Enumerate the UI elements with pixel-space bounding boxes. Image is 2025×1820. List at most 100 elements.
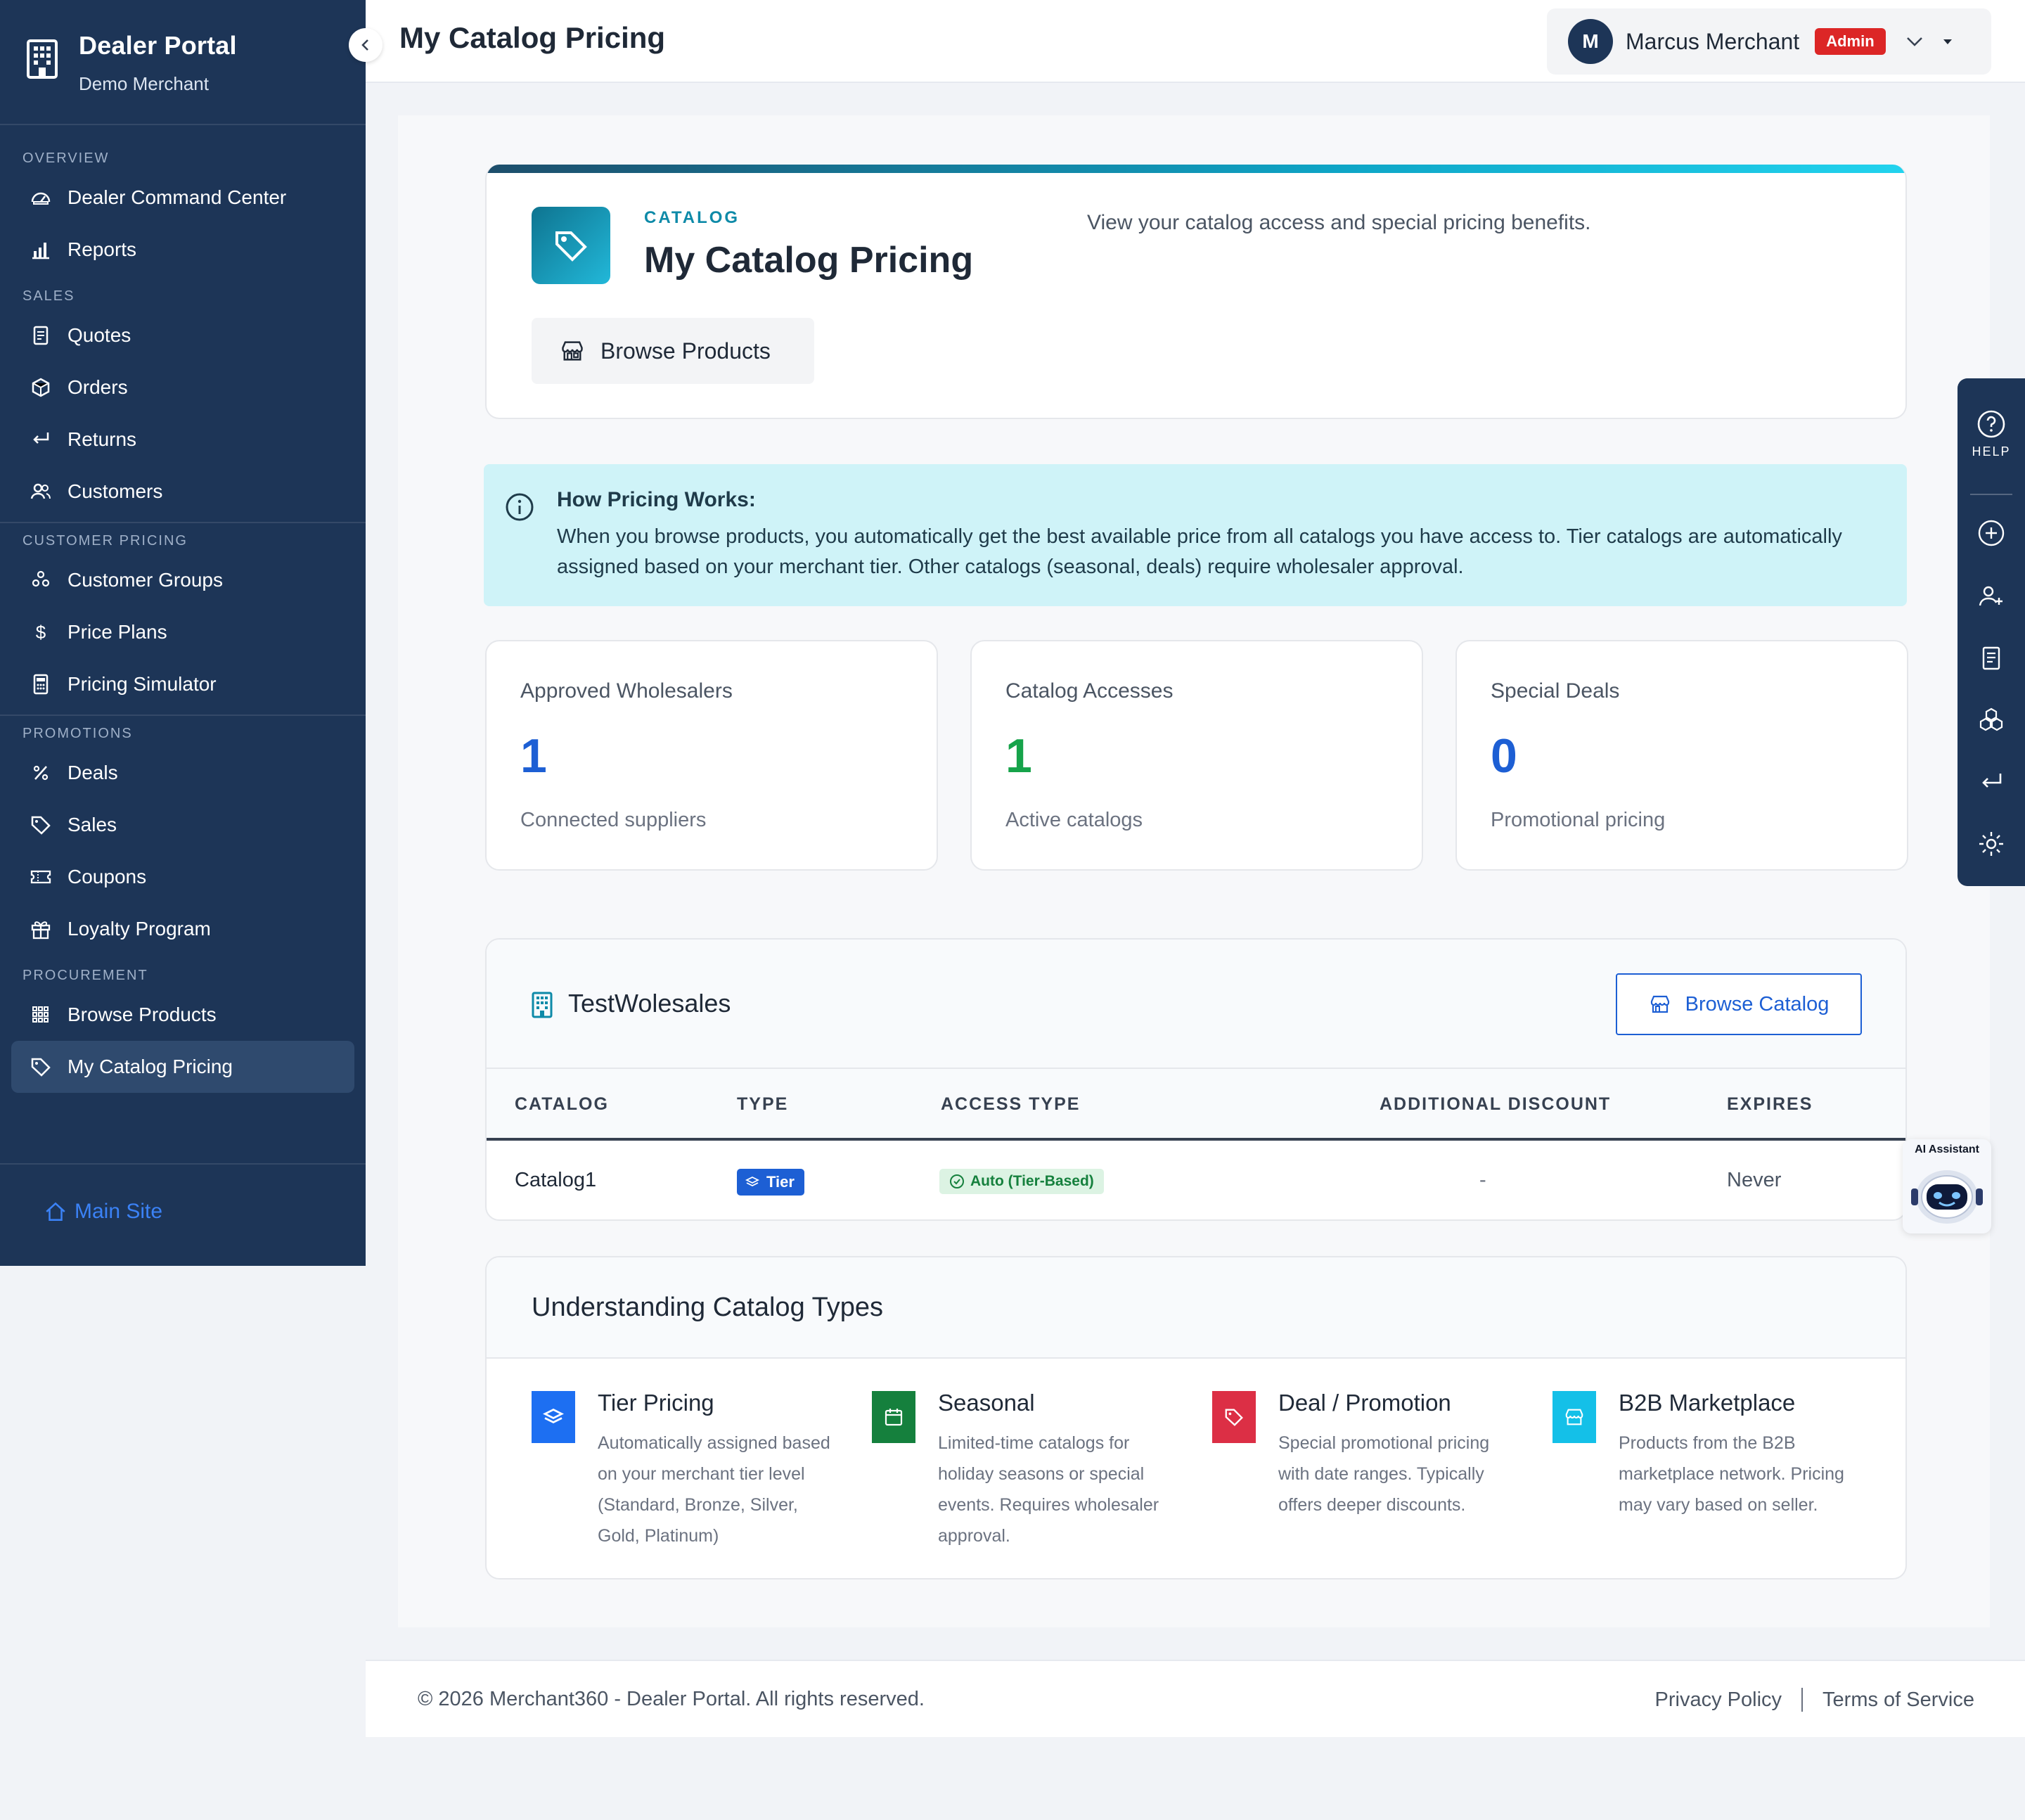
sidebar-item-loyalty-program[interactable]: Loyalty Program: [0, 903, 366, 955]
section-promotions: PROMOTIONS: [22, 726, 133, 741]
ticket-icon: [30, 866, 52, 888]
sidebar-item-pricing-simulator[interactable]: Pricing Simulator: [0, 658, 366, 710]
supplier-header: TestWolesales Browse Catalog: [487, 940, 1905, 1069]
browse-products-button[interactable]: Browse Products: [532, 318, 814, 384]
dock-add-button[interactable]: [1958, 519, 2025, 547]
chevron-down-icon: [1906, 37, 1922, 46]
role-badge: Admin: [1815, 28, 1886, 55]
sidebar-item-reports[interactable]: Reports: [0, 224, 366, 276]
hero-eyebrow: CATALOG: [644, 208, 740, 227]
layers-icon: [745, 1176, 759, 1187]
sidebar-item-browse-products[interactable]: Browse Products: [0, 989, 366, 1041]
type-badge-label: Tier: [766, 1173, 795, 1191]
dock-add-user-button[interactable]: [1958, 582, 2025, 610]
sidebar-brand: Dealer Portal Demo Merchant: [0, 0, 366, 125]
sidebar-item-orders[interactable]: Orders: [0, 361, 366, 414]
sidebar-item-customer-groups[interactable]: Customer Groups: [0, 554, 366, 606]
dock-divider: [1970, 494, 2012, 495]
sidebar-collapse-button[interactable]: [349, 28, 382, 62]
browse-catalog-label: Browse Catalog: [1685, 992, 1830, 1015]
sidebar-item-label: Customer Groups: [68, 569, 223, 591]
tag-icon: [30, 814, 52, 836]
column-header[interactable]: TYPE: [737, 1094, 788, 1115]
gauge-icon: [30, 186, 52, 209]
sidebar-item-label: Reports: [68, 238, 137, 260]
terms-of-service-link[interactable]: Terms of Service: [1822, 1688, 1974, 1712]
sidebar-item-sales[interactable]: Sales: [0, 799, 366, 851]
stat-value: 1: [520, 729, 547, 783]
percent-icon: [30, 762, 52, 784]
svg-text:$: $: [36, 622, 46, 643]
type-title: B2B Marketplace: [1619, 1390, 1796, 1416]
dock-settings-button[interactable]: [1958, 830, 2025, 858]
dollar-icon: $: [30, 621, 52, 643]
user-name: Marcus Merchant: [1626, 28, 1800, 54]
sidebar-item-customers[interactable]: Customers: [0, 466, 366, 518]
return-arrow-icon: [30, 428, 52, 451]
user-menu[interactable]: M Marcus Merchant Admin: [1547, 8, 1991, 75]
stat-subtext: Promotional pricing: [1491, 809, 1666, 831]
column-header[interactable]: EXPIRES: [1727, 1094, 1813, 1115]
ai-assistant-button[interactable]: AI Assistant: [1903, 1139, 1991, 1233]
stat-value: 0: [1491, 729, 1517, 783]
store-icon: [1650, 995, 1669, 1013]
sidebar-item-label: My Catalog Pricing: [68, 1056, 233, 1077]
caret-down-icon[interactable]: [1941, 34, 1955, 49]
bar-chart-icon: [30, 238, 52, 261]
stat-value: 1: [1005, 729, 1032, 783]
stat-subtext: Connected suppliers: [520, 809, 707, 831]
building-icon: [27, 39, 58, 79]
top-header: My Catalog Pricing M Marcus Merchant Adm…: [366, 0, 2025, 83]
column-header[interactable]: CATALOG: [515, 1094, 609, 1115]
browse-catalog-button[interactable]: Browse Catalog: [1616, 973, 1862, 1035]
access-type-badge: Auto (Tier-Based): [939, 1169, 1104, 1194]
sidebar-item-quotes[interactable]: Quotes: [0, 309, 366, 361]
section-overview: OVERVIEW: [22, 150, 110, 166]
additional-discount: -: [1479, 1169, 1486, 1191]
access-type-label: Auto (Tier-Based): [970, 1173, 1094, 1189]
type-title: Tier Pricing: [598, 1390, 714, 1416]
sidebar-item-price-plans[interactable]: $ Price Plans: [0, 606, 366, 658]
dock-boxes-button[interactable]: [1958, 706, 2025, 734]
sidebar-item-dealer-command-center[interactable]: Dealer Command Center: [0, 172, 366, 224]
return-arrow-icon: [1982, 774, 2002, 788]
sidebar-item-coupons[interactable]: Coupons: [0, 851, 366, 903]
column-header[interactable]: ADDITIONAL DISCOUNT: [1380, 1094, 1611, 1115]
supplier-card: TestWolesales Browse Catalog CATALOG TYP…: [485, 938, 1907, 1221]
dock-document-button[interactable]: [1958, 644, 2025, 672]
chevron-left-icon: [361, 39, 368, 51]
type-description: Products from the B2B marketplace networ…: [1619, 1433, 1844, 1515]
home-icon: [46, 1202, 65, 1221]
main-site-link[interactable]: Main Site: [44, 1200, 162, 1224]
calendar-icon: [872, 1391, 915, 1443]
store-icon: [1552, 1391, 1596, 1443]
section-procurement: PROCUREMENT: [22, 968, 148, 983]
type-description: Special promotional pricing with date ra…: [1278, 1433, 1490, 1515]
brand-title: Dealer Portal: [79, 31, 237, 60]
sidebar-item-my-catalog-pricing[interactable]: My Catalog Pricing: [11, 1041, 354, 1093]
catalog-hero-card: CATALOG My Catalog Pricing View your cat…: [485, 165, 1907, 419]
browse-products-label: Browse Products: [600, 338, 771, 364]
document-icon: [1982, 646, 2000, 670]
privacy-policy-link[interactable]: Privacy Policy: [1655, 1688, 1782, 1712]
table-row[interactable]: Catalog1 Tier Auto (Tier-Based) - Never: [487, 1141, 1905, 1219]
type-description: Limited-time catalogs for holiday season…: [938, 1433, 1159, 1546]
sidebar-item-label: Returns: [68, 428, 137, 450]
brand-subtitle: Demo Merchant: [79, 73, 209, 94]
dock-help-button[interactable]: HELP: [1958, 409, 2025, 459]
sidebar-item-label: Dealer Command Center: [68, 186, 287, 208]
robot-icon: [1911, 1170, 1983, 1224]
type-title: Seasonal: [938, 1390, 1035, 1416]
hero-accent-bar: [487, 165, 1905, 173]
section-sales: SALES: [22, 288, 75, 304]
column-header[interactable]: ACCESS TYPE: [941, 1094, 1080, 1115]
dock-return-button[interactable]: [1958, 768, 2025, 796]
calculator-icon: [30, 673, 52, 696]
sidebar-item-deals[interactable]: Deals: [0, 747, 366, 799]
check-circle-icon: [950, 1174, 964, 1188]
sidebar-item-returns[interactable]: Returns: [0, 414, 366, 466]
quick-actions-dock: HELP: [1958, 378, 2025, 886]
grid-icon: [30, 1004, 52, 1026]
stat-label: Special Deals: [1491, 679, 1620, 703]
stat-card-special-deals: Special Deals 0 Promotional pricing: [1455, 640, 1908, 871]
